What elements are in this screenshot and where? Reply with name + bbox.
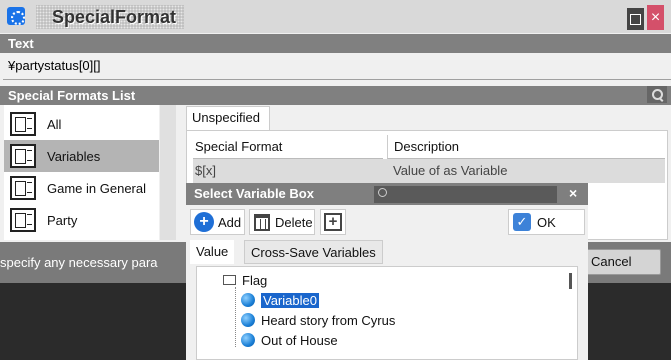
category-item-all[interactable]: All bbox=[4, 108, 159, 140]
category-scrollbar[interactable] bbox=[160, 105, 176, 240]
ok-button[interactable]: ✓ OK bbox=[508, 209, 585, 235]
monitor-icon bbox=[10, 144, 36, 168]
list-section-header: Special Formats List bbox=[0, 86, 671, 105]
delete-label: Delete bbox=[275, 214, 313, 230]
folder-icon bbox=[223, 275, 236, 285]
ok-label: OK bbox=[537, 214, 556, 230]
variable-icon bbox=[241, 313, 255, 327]
tab-value[interactable]: Value bbox=[190, 240, 235, 264]
folder-label: Flag bbox=[242, 272, 268, 288]
variable-icon bbox=[241, 333, 255, 347]
tree-item-label: Out of House bbox=[261, 332, 338, 348]
monitor-icon bbox=[10, 176, 36, 200]
variable-icon bbox=[241, 293, 255, 307]
tree-scrollbar[interactable] bbox=[569, 273, 572, 289]
popup-title: Select Variable Box bbox=[194, 186, 314, 201]
category-label: Variables bbox=[47, 148, 101, 164]
tree-item-out-of-house[interactable]: Out of House bbox=[241, 330, 338, 350]
hint-text: specify any necessary para bbox=[0, 255, 158, 270]
tree-item-label: Heard story from Cyrus bbox=[261, 312, 396, 328]
category-label: Game in General bbox=[47, 180, 146, 196]
column-header-special-format[interactable]: Special Format bbox=[193, 135, 383, 159]
text-section-header: Text bbox=[0, 34, 671, 53]
tree-folder-flag[interactable]: Flag bbox=[223, 270, 267, 290]
table-row[interactable]: $[x] Value of as Variable bbox=[193, 159, 665, 183]
select-variable-popup: Select Variable Box × + Add Delete + ✓ O… bbox=[186, 183, 588, 360]
window-title: SpecialFormat bbox=[36, 5, 184, 29]
title-bar: SpecialFormat × bbox=[0, 0, 671, 33]
column-header-description[interactable]: Description bbox=[387, 135, 665, 159]
maximize-icon[interactable] bbox=[627, 8, 644, 30]
monitor-icon bbox=[10, 112, 36, 136]
tree-item-variable0[interactable]: Variable0 bbox=[241, 290, 319, 310]
tab-unspecified[interactable]: Unspecified bbox=[186, 106, 270, 130]
checkmark-icon: ✓ bbox=[513, 213, 531, 231]
tree-item-heard-story[interactable]: Heard story from Cyrus bbox=[241, 310, 395, 330]
insert-button[interactable]: + bbox=[320, 209, 346, 235]
close-icon[interactable]: × bbox=[647, 5, 664, 30]
tree-item-label: Variable0 bbox=[261, 292, 319, 308]
text-value-field[interactable]: ¥partystatus[0][] bbox=[8, 58, 101, 73]
tree-connector bbox=[235, 287, 236, 347]
tab-cross-save-variables[interactable]: Cross-Save Variables bbox=[244, 240, 383, 264]
variable-tree: Flag Variable0 Heard story from Cyrus Ou… bbox=[196, 266, 578, 360]
delete-button[interactable]: Delete bbox=[249, 209, 315, 235]
popup-search-input[interactable] bbox=[374, 186, 557, 203]
category-list: All Variables Game in General Party bbox=[4, 105, 159, 240]
text-underline bbox=[3, 79, 671, 80]
trash-icon bbox=[254, 213, 270, 231]
add-label: Add bbox=[218, 214, 242, 230]
category-item-game-in-general[interactable]: Game in General bbox=[4, 172, 159, 204]
add-button[interactable]: + Add bbox=[190, 209, 245, 235]
insert-icon: + bbox=[324, 213, 342, 231]
search-icon[interactable] bbox=[647, 86, 667, 103]
category-item-variables[interactable]: Variables bbox=[4, 140, 159, 172]
category-label: Party bbox=[47, 212, 78, 228]
category-item-party[interactable]: Party bbox=[4, 204, 159, 236]
close-icon[interactable]: × bbox=[569, 185, 577, 201]
cancel-button[interactable]: Cancel bbox=[578, 249, 661, 275]
description-cell: Value of as Variable bbox=[393, 163, 508, 178]
format-cell: $[x] bbox=[195, 163, 216, 178]
add-icon: + bbox=[194, 212, 214, 232]
category-label: All bbox=[47, 116, 62, 132]
popup-header: Select Variable Box × bbox=[186, 183, 588, 205]
monitor-icon bbox=[10, 208, 36, 232]
app-icon bbox=[7, 7, 25, 25]
